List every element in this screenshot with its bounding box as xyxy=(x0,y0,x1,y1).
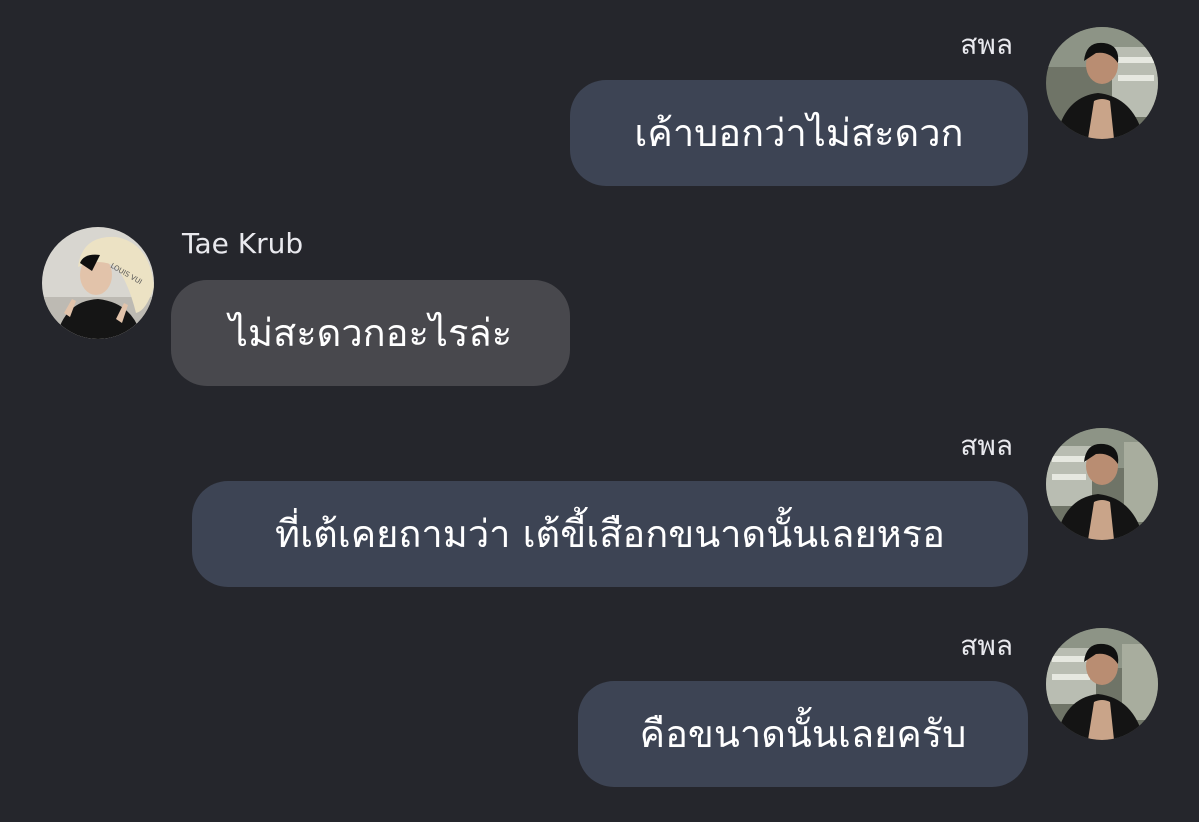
avatar-sender-right[interactable] xyxy=(1046,27,1158,139)
sender-name: สพล xyxy=(960,629,1013,662)
sender-name: สพล xyxy=(960,429,1013,462)
message-bubble[interactable]: ไม่สะดวกอะไรล่ะ xyxy=(171,280,570,386)
message-bubble[interactable]: คือขนาดนั้นเลยครับ xyxy=(578,681,1028,787)
message-bubble[interactable]: ที่เต้เคยถามว่า เต้ขี้เสือกขนาดนั้นเลยหร… xyxy=(192,481,1028,587)
chat-thread: สพล เค้าบอกว่าไม่สะดวก LOUIS VUI Tae Kru… xyxy=(0,0,1199,822)
avatar-sender-left[interactable]: LOUIS VUI xyxy=(42,227,154,339)
avatar-sender-right[interactable] xyxy=(1046,628,1158,740)
message-bubble[interactable]: เค้าบอกว่าไม่สะดวก xyxy=(570,80,1028,186)
sender-name: Tae Krub xyxy=(182,227,304,260)
sender-name: สพล xyxy=(960,28,1013,61)
avatar-sender-right[interactable] xyxy=(1046,428,1158,540)
